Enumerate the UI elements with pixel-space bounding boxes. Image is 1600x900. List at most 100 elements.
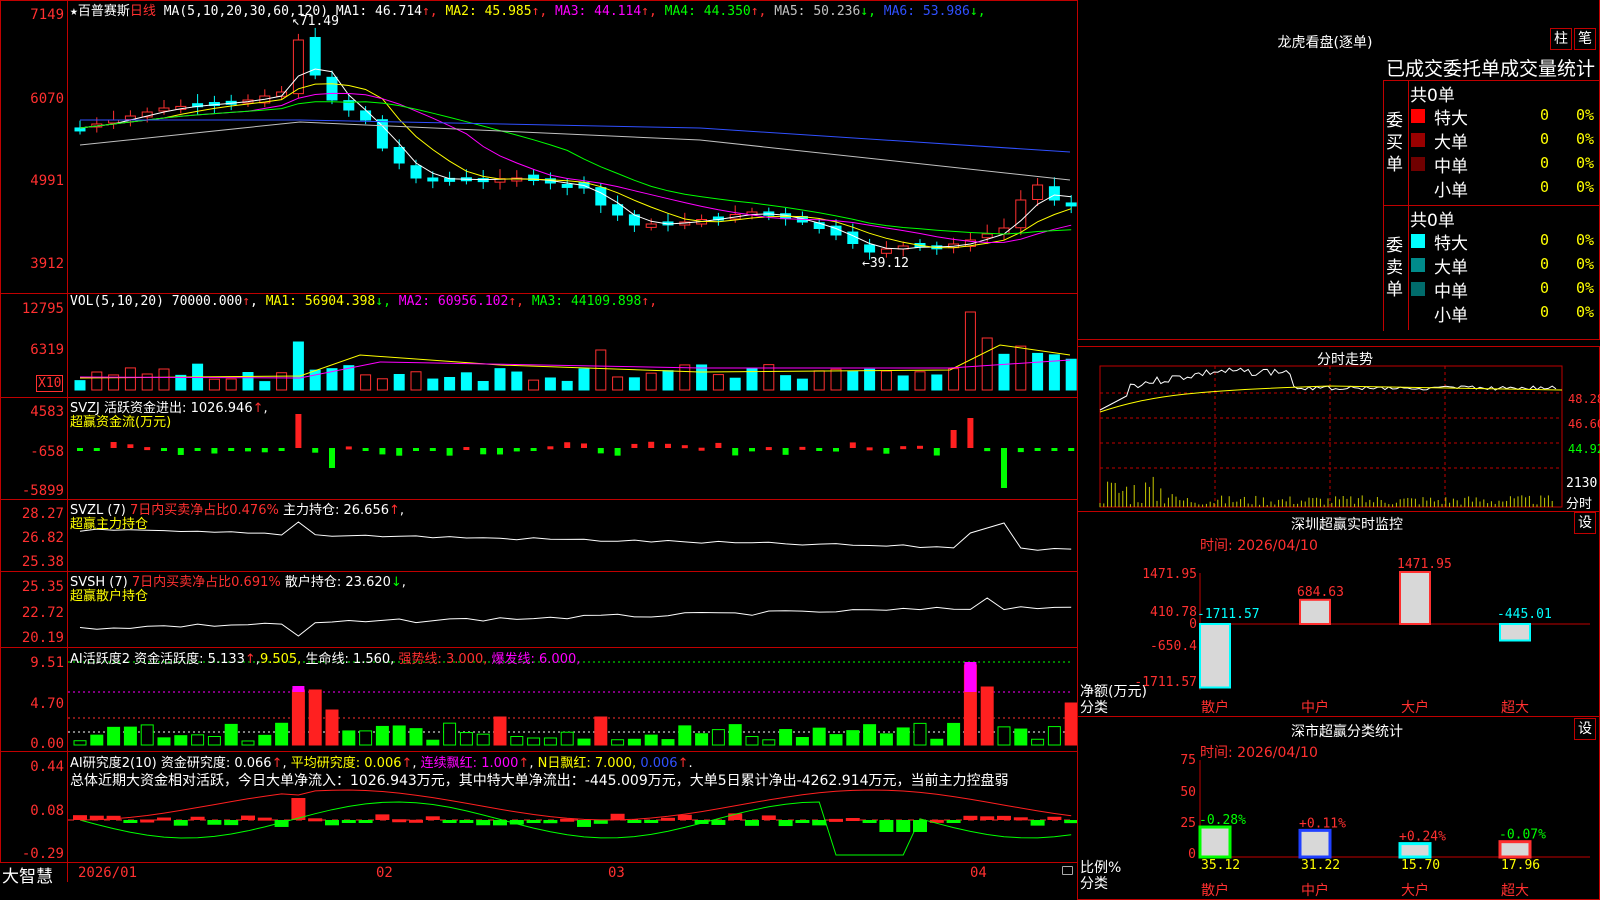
activity-bar	[1031, 738, 1045, 746]
buy-row-label-3: 中单	[1434, 157, 1468, 177]
capital-flow-bar	[749, 448, 755, 452]
volume-bar	[1032, 352, 1044, 391]
ai1-label3: 生命线:	[305, 652, 349, 667]
main-header: ★百普赛斯日线 MA(5,10,20,30,60,120) MA1: 46.71…	[70, 0, 986, 19]
activity-bar	[627, 738, 641, 746]
svzl-y-label-1: 26.82	[21, 530, 64, 546]
classify-panel[interactable]	[1077, 716, 1600, 900]
activity-bar	[560, 731, 574, 746]
candle-body	[612, 204, 624, 216]
volume-bar	[158, 368, 170, 391]
activity-bar	[896, 727, 910, 746]
classify-settings-button[interactable]: 设	[1574, 718, 1596, 740]
capital-flow-bar	[513, 448, 520, 452]
activity-bar	[644, 734, 658, 746]
volume-bar	[746, 368, 758, 391]
activity-bar	[359, 730, 373, 746]
ai1-header: AI活跃度2 资金活跃度: 5.133↑,9.505, 生命线: 1.560, …	[70, 652, 581, 667]
activity-bar	[426, 739, 440, 746]
svsh-y-label-0: 25.35	[21, 579, 64, 595]
lock-icon[interactable]	[1062, 866, 1073, 875]
capital-flow-bar	[866, 447, 873, 451]
research-bar	[1013, 817, 1028, 821]
volume-bar	[124, 367, 136, 391]
capital-flow-bar	[144, 447, 151, 451]
sell-row-count-1: 0	[1540, 231, 1550, 249]
research-bar	[341, 820, 356, 823]
activity-bar	[661, 739, 675, 746]
capital-flow-bar	[177, 448, 184, 455]
monitor-cat-title: 分类	[1080, 700, 1108, 716]
activity-bar	[157, 737, 171, 746]
date-label-1: 02	[376, 865, 393, 881]
ma5-line	[79, 121, 1071, 181]
monitor-panel[interactable]	[1077, 511, 1600, 717]
period-label[interactable]: 日线	[130, 4, 156, 19]
capital-flow-bar	[698, 447, 705, 451]
volume-bar	[74, 380, 86, 391]
candle-body	[981, 233, 993, 239]
capital-flow-bar	[161, 448, 167, 451]
volume-bar	[696, 364, 708, 391]
capital-flow-bar	[782, 448, 789, 455]
buy-total: 共0单	[1410, 86, 1455, 106]
activity-bar	[762, 739, 776, 746]
research-bar	[778, 820, 793, 827]
bar-mode-button[interactable]: 柱	[1550, 28, 1572, 50]
research-bar	[140, 819, 155, 823]
capital-flow-bar	[681, 445, 688, 449]
svsh-hold-value: 23.620	[345, 575, 391, 590]
volume-bar	[511, 371, 523, 391]
activity-bar	[392, 725, 406, 746]
volume-bar	[595, 349, 607, 391]
ma2-line	[79, 83, 1072, 249]
capital-flow-bar	[665, 443, 671, 448]
chart-canvas	[68, 27, 1078, 856]
research-bar	[375, 814, 390, 820]
activity-bar	[846, 730, 860, 746]
research-bar	[593, 820, 608, 824]
ma-legend-item-2: MA2: 45.985	[445, 4, 532, 19]
research-bar	[677, 814, 692, 820]
research-bar	[543, 820, 558, 824]
capital-flow-bar	[816, 448, 823, 451]
sell-row-count-4: 0	[1540, 303, 1550, 321]
sell-row-swatch-1	[1411, 234, 1425, 248]
activity-bar	[611, 739, 625, 746]
activity-bar	[275, 722, 289, 746]
activity-bar	[375, 725, 389, 746]
intraday-panel[interactable]	[1077, 346, 1600, 512]
volume-bar	[981, 337, 993, 391]
retail-holding-line	[79, 597, 1072, 637]
capital-flow-bar	[396, 448, 403, 456]
capital-flow-bar	[413, 448, 419, 451]
capital-flow-bar	[631, 443, 638, 448]
stock-name[interactable]: 百普赛斯	[78, 4, 130, 19]
activity-bar	[812, 727, 826, 746]
research-bar	[358, 820, 373, 823]
research-bar	[610, 813, 625, 820]
svzl-y-label-2: 25.38	[21, 554, 64, 570]
monitor-settings-button[interactable]: 设	[1574, 512, 1596, 534]
main-y-label-2: 4991	[30, 173, 64, 189]
research-bar	[980, 816, 995, 820]
research-bar	[661, 817, 675, 821]
activity-bar	[879, 733, 893, 746]
volume-bar	[864, 368, 876, 391]
capital-flow-bar	[917, 445, 923, 449]
candle-body	[74, 127, 86, 132]
svsh-y-label-1: 22.72	[21, 605, 64, 621]
dragon-title: 龙虎看盘(逐单)	[1277, 35, 1373, 51]
activity-bar	[1014, 728, 1028, 746]
capital-flow-bar	[1017, 448, 1024, 453]
sell-row-swatch-3	[1411, 282, 1425, 296]
ma-legend-item-5: MA5: 50.236	[774, 4, 861, 19]
volume-bar	[393, 373, 405, 391]
intraday-price-2: 44.92	[1568, 442, 1600, 456]
capital-flow-bar	[497, 448, 503, 455]
activity-bar	[829, 734, 843, 746]
activity-bar	[308, 689, 322, 746]
tick-mode-button[interactable]: 笔	[1574, 28, 1596, 50]
activity-bar	[241, 740, 255, 746]
classify-cat-title: 分类	[1080, 876, 1108, 892]
